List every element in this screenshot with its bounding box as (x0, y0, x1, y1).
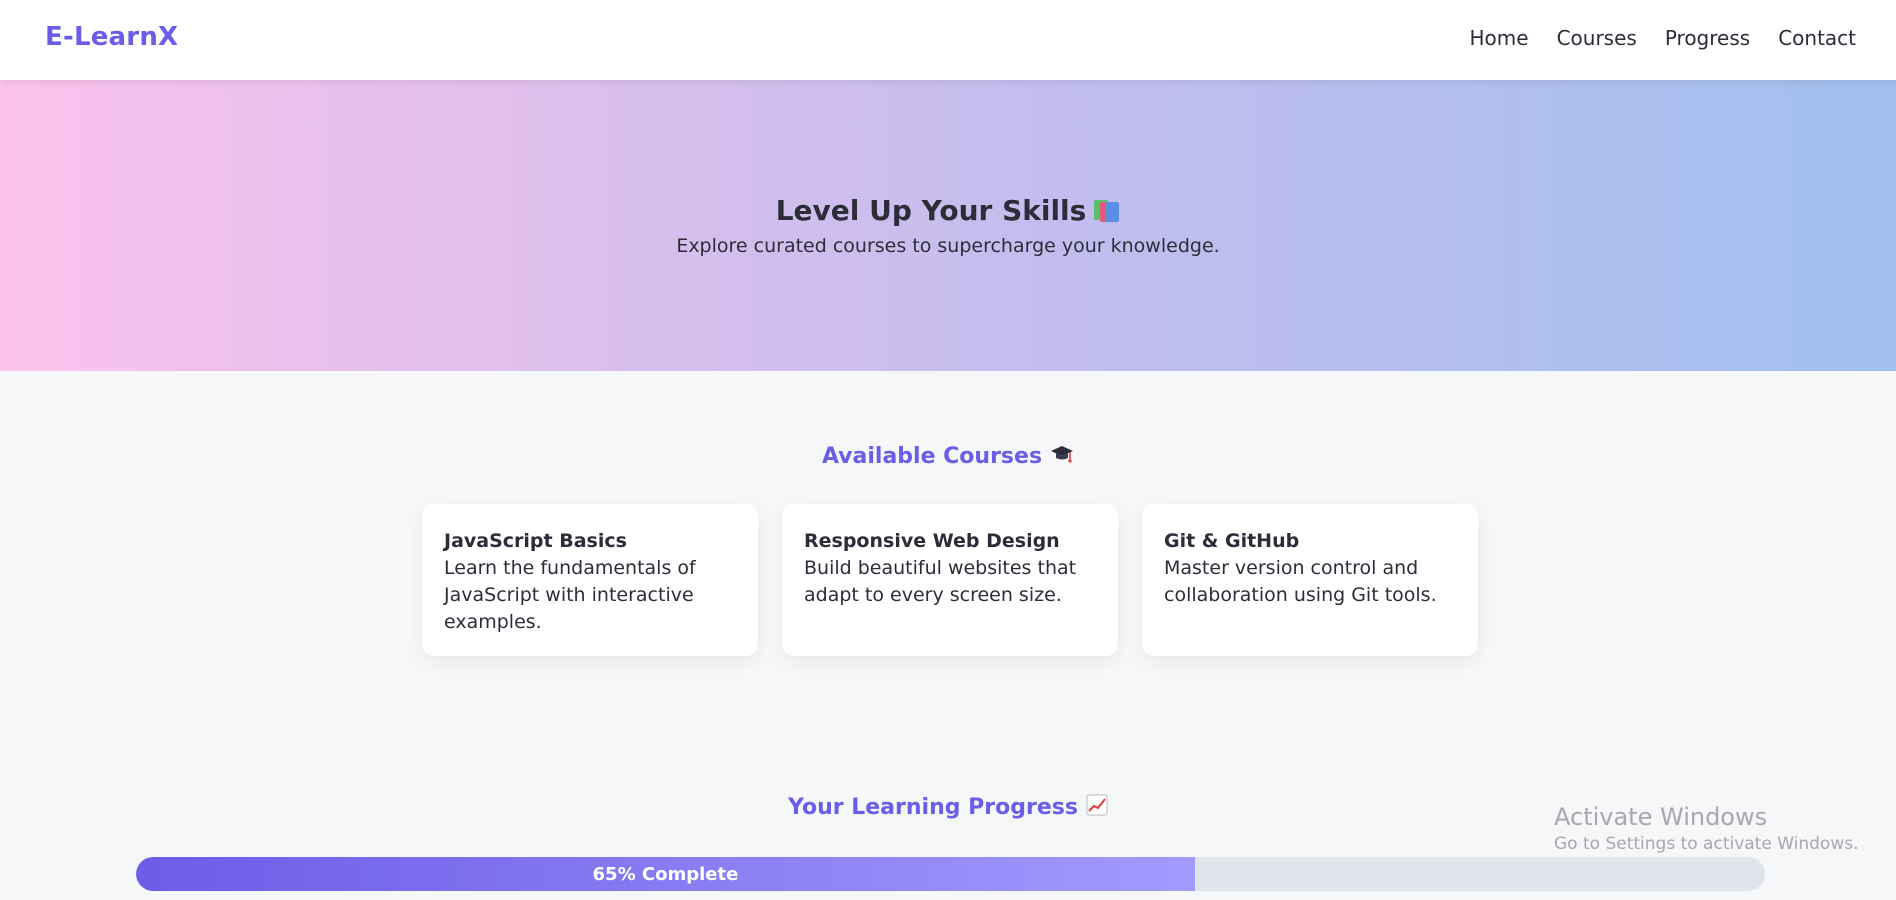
hero-title: Level Up Your Skills (0, 194, 1896, 227)
courses-title-text: Available Courses (821, 444, 1043, 469)
progress-bar: 65% Complete (136, 857, 1765, 891)
course-card-git-github[interactable]: Git & GitHub Master version control and … (1142, 504, 1478, 656)
hero-subtitle: Explore curated courses to supercharge y… (676, 235, 1220, 257)
nav-links: Home Courses Progress Contact (1470, 26, 1856, 50)
course-description: Master version control and collaboration… (1164, 557, 1437, 606)
progress-bar-fill: 65% Complete (136, 857, 1195, 891)
progress-label: 65% Complete (592, 863, 739, 885)
course-title: Responsive Web Design (804, 530, 1060, 552)
progress-title-text: Your Learning Progress (788, 795, 1078, 820)
progress-section-title: Your Learning Progress (0, 794, 1896, 820)
watermark-subtitle: Go to Settings to activate Windows. (1554, 834, 1859, 854)
hero-title-text: Level Up Your Skills (775, 194, 1087, 227)
course-card-javascript[interactable]: JavaScript Basics Learn the fundamentals… (422, 504, 758, 656)
course-title: Git & GitHub (1164, 530, 1300, 552)
course-card-responsive-web-design[interactable]: Responsive Web Design Build beautiful we… (782, 504, 1118, 656)
brand-logo[interactable]: E-LearnX (45, 22, 178, 52)
graduation-cap-icon (1050, 443, 1074, 465)
hero-banner: Level Up Your Skills Explore curated cou… (0, 80, 1896, 371)
course-description: Learn the fundamentals of JavaScript wit… (444, 557, 696, 633)
course-cards: JavaScript Basics Learn the fundamentals… (422, 504, 1478, 656)
nav-link-courses[interactable]: Courses (1557, 26, 1637, 50)
course-title: JavaScript Basics (444, 530, 627, 552)
nav-link-contact[interactable]: Contact (1778, 26, 1856, 50)
navbar: E-LearnX Home Courses Progress Contact (0, 0, 1896, 80)
nav-link-progress[interactable]: Progress (1665, 26, 1750, 50)
courses-section-title: Available Courses (0, 443, 1896, 469)
books-icon (1094, 198, 1120, 222)
chart-increasing-icon (1086, 794, 1108, 816)
nav-link-home[interactable]: Home (1470, 26, 1529, 50)
course-description: Build beautiful websites that adapt to e… (804, 557, 1077, 606)
